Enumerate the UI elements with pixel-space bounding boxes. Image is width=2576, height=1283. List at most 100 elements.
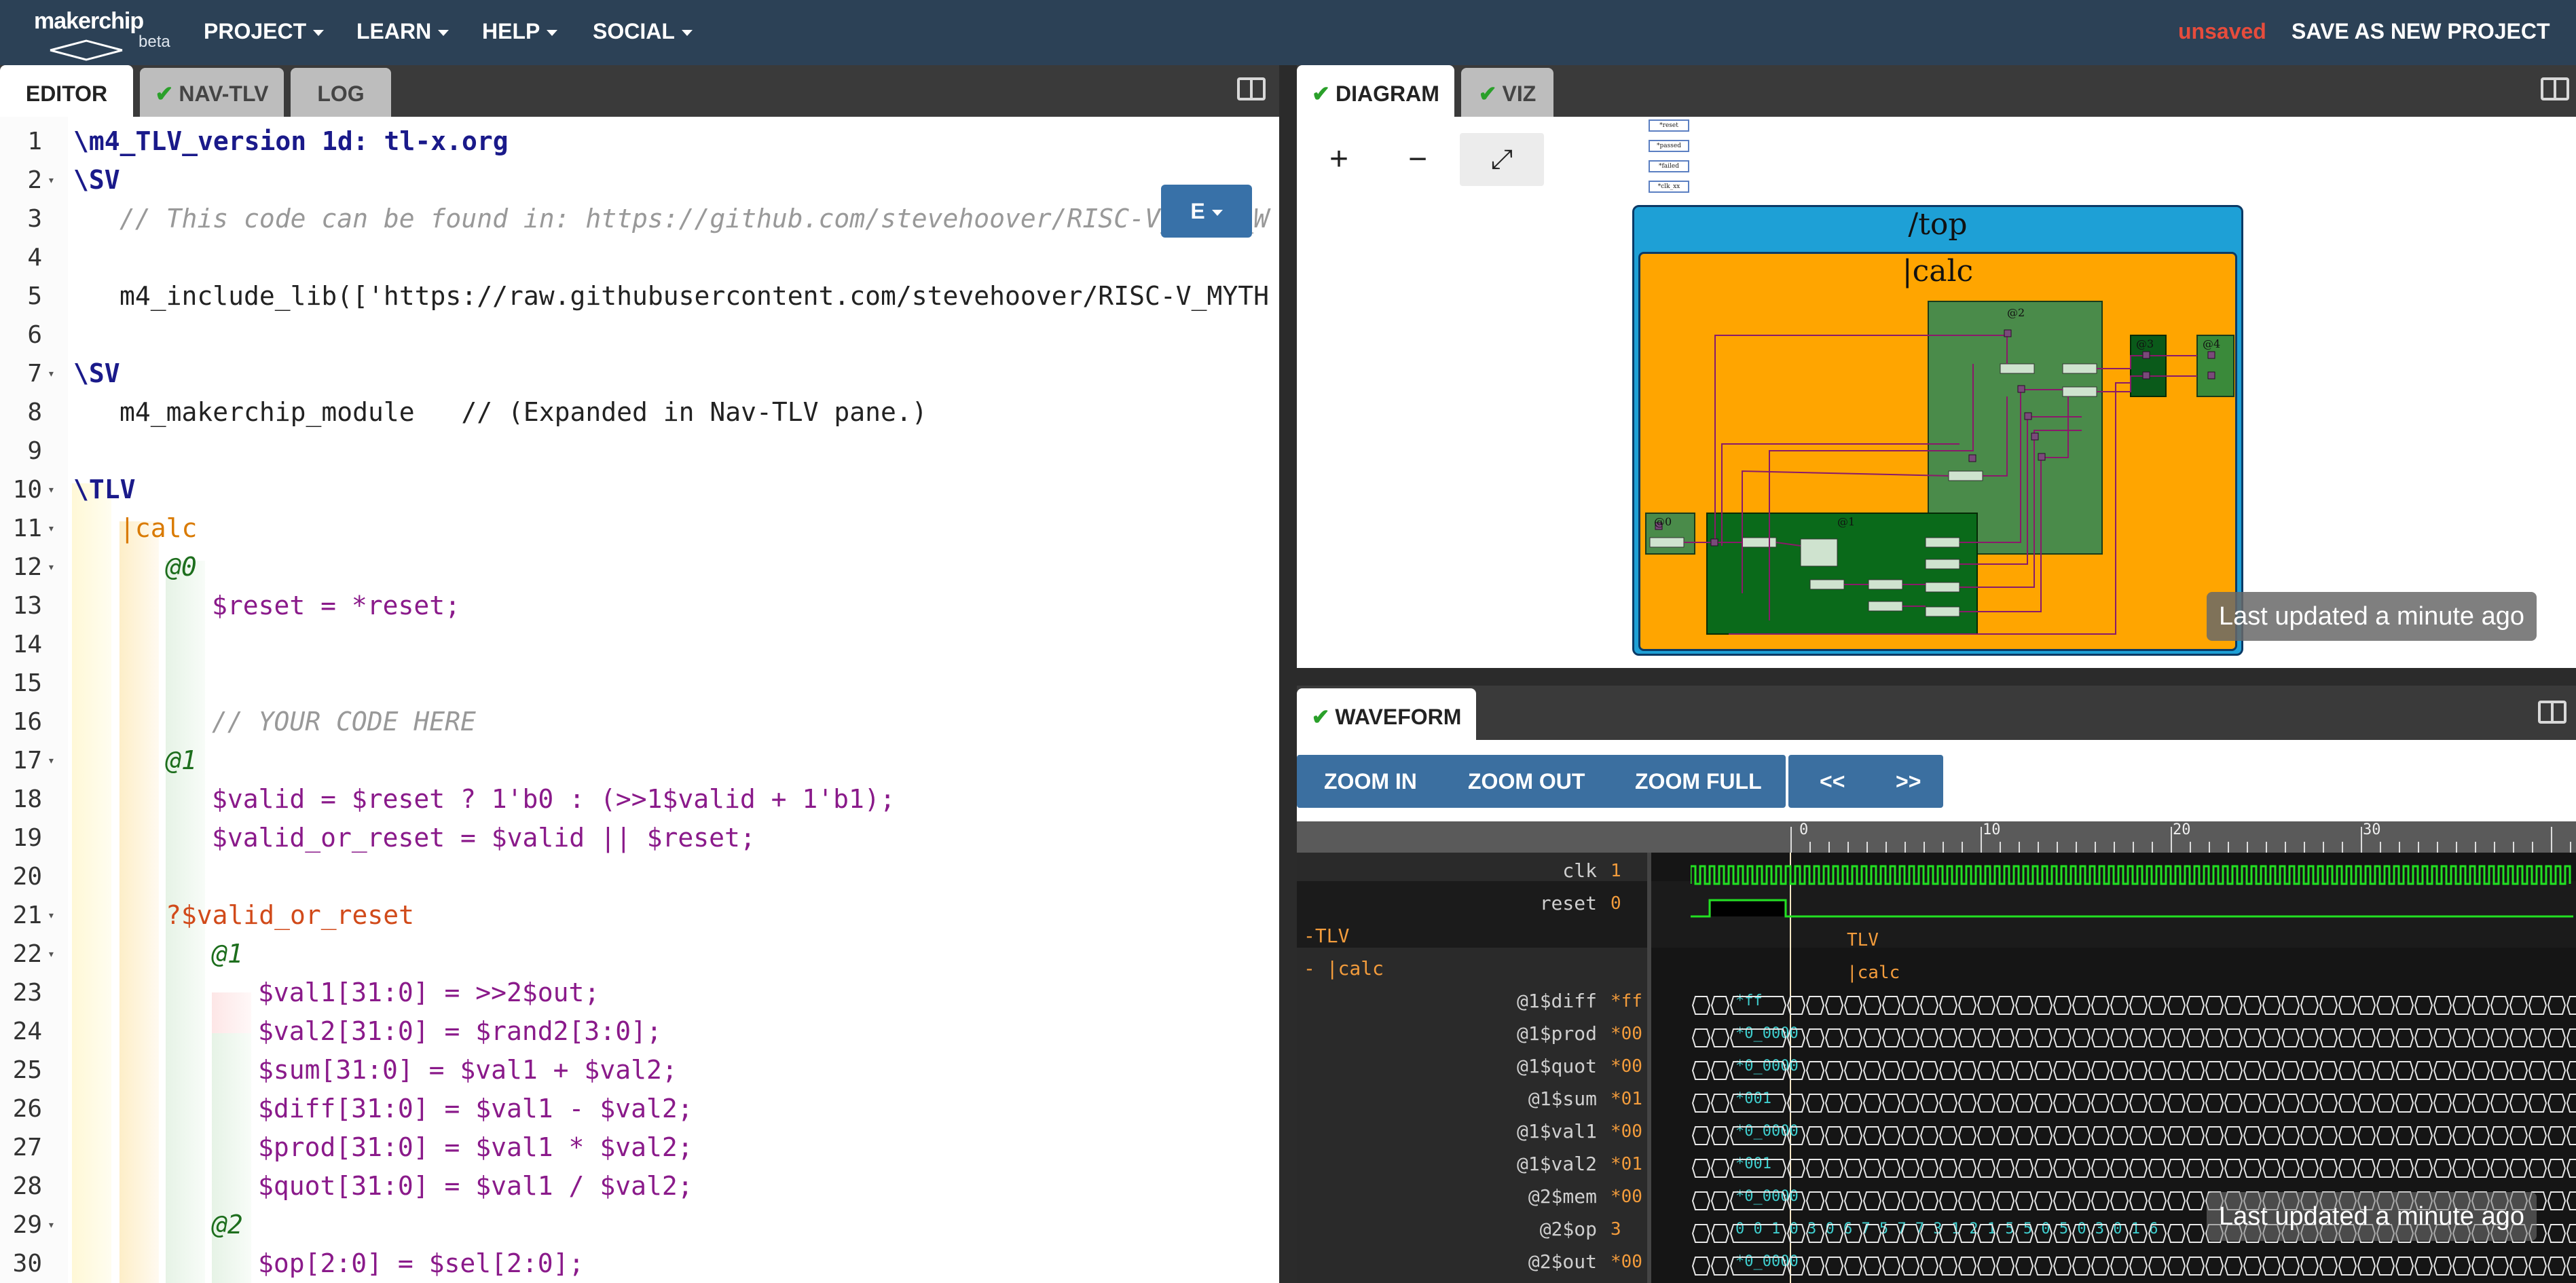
code-line[interactable]: 10 ▾ \TLV xyxy=(0,470,1279,509)
code-line[interactable]: 13 $reset = *reset; xyxy=(0,587,1279,625)
fold-toggle-icon[interactable]: ▾ xyxy=(48,741,55,780)
code-text: $val1[31:0] = >>2$out; xyxy=(258,978,600,1007)
menu-social[interactable]: SOCIAL xyxy=(593,19,693,44)
diagram-zoom-in-button[interactable]: + xyxy=(1297,133,1381,186)
signal-name[interactable]: clk xyxy=(1297,859,1597,882)
signal-name[interactable]: @1$sum xyxy=(1297,1087,1597,1110)
fold-toggle-icon[interactable]: ▾ xyxy=(48,470,55,509)
fold-toggle-icon[interactable]: ▾ xyxy=(48,1206,55,1244)
signal-name[interactable]: @2$mem xyxy=(1297,1185,1597,1208)
diagram-port-tag: *passed xyxy=(1649,140,1689,152)
signal-name[interactable]: @1$diff xyxy=(1297,990,1597,1012)
tab-log-label: LOG xyxy=(317,81,365,106)
code-line[interactable]: 22 ▾ @1 xyxy=(0,935,1279,973)
tab-nav-tlv[interactable]: ✔ NAV-TLV xyxy=(140,68,284,117)
code-line[interactable]: 16 // YOUR CODE HERE xyxy=(0,703,1279,741)
code-line[interactable]: 14 xyxy=(0,625,1279,664)
signal-name[interactable]: - |calc xyxy=(1304,957,1602,980)
signal-name[interactable]: @1$val2 xyxy=(1297,1153,1597,1175)
fold-toggle-icon[interactable]: ▾ xyxy=(48,509,55,548)
zoom-full-button[interactable]: ZOOM FULL xyxy=(1635,755,1762,808)
calc-pipeline-box[interactable]: |calc @2 @3 @4 @0 @1 xyxy=(1638,252,2237,651)
fold-toggle-icon[interactable]: ▾ xyxy=(48,354,55,393)
line-number: 6 xyxy=(27,321,42,349)
code-text: @1 xyxy=(166,745,197,775)
code-line[interactable]: 29 ▾ @2 xyxy=(0,1206,1279,1244)
code-line[interactable]: 28 $quot[31:0] = $val1 / $val2; xyxy=(0,1167,1279,1206)
zoom-out-button[interactable]: ZOOM OUT xyxy=(1468,755,1585,808)
menu-learn-label: LEARN xyxy=(356,19,432,43)
line-number: 10 xyxy=(12,476,42,504)
code-line[interactable]: 18 $valid = $reset ? 1'b0 : (>>1$valid + … xyxy=(0,780,1279,819)
code-line[interactable]: 12 ▾ @0 xyxy=(0,548,1279,587)
menu-help[interactable]: HELP xyxy=(482,19,558,44)
diagram-fit-button[interactable]: ⤢ xyxy=(1460,133,1544,186)
fold-toggle-icon[interactable]: ▾ xyxy=(48,548,55,587)
menu-project[interactable]: PROJECT xyxy=(204,19,325,44)
fold-toggle-icon[interactable]: ▾ xyxy=(48,161,55,200)
split-pane-icon[interactable] xyxy=(2541,77,2569,100)
tab-diagram[interactable]: ✔ DIAGRAM xyxy=(1297,65,1454,117)
code-text: @1 xyxy=(212,939,243,969)
code-line[interactable]: 7 ▾ \SV xyxy=(0,354,1279,393)
waveform-tabbar: ✔ WAVEFORM xyxy=(1297,686,2576,740)
signal-name[interactable]: @1$val1 xyxy=(1297,1120,1597,1142)
code-line[interactable]: 24 $val2[31:0] = $rand2[3:0]; xyxy=(0,1012,1279,1051)
code-line[interactable]: 4 xyxy=(0,238,1279,277)
code-line[interactable]: 15 xyxy=(0,664,1279,703)
code-line[interactable]: 27 $prod[31:0] = $val1 * $val2; xyxy=(0,1128,1279,1167)
save-as-new-project-button[interactable]: SAVE AS NEW PROJECT xyxy=(2292,19,2550,44)
code-line[interactable]: 17 ▾ @1 xyxy=(0,741,1279,780)
makerchip-logo[interactable]: makerchip beta xyxy=(33,5,175,61)
editor-mode-dropdown[interactable]: E xyxy=(1161,185,1252,238)
chevron-down-icon xyxy=(681,30,693,37)
scroll-left-button[interactable]: << xyxy=(1820,755,1845,808)
code-line[interactable]: 3 // This code can be found in: https://g… xyxy=(0,200,1279,238)
code-editor[interactable]: 1 \m4_TLV_version 1d: tl-x.org 2 ▾ \SV 3// Th… xyxy=(0,117,1279,1283)
code-text: @2 xyxy=(212,1210,243,1240)
diagram-zoom-out-button[interactable]: − xyxy=(1376,133,1460,186)
code-line[interactable]: 2 ▾ \SV xyxy=(0,161,1279,200)
vertical-splitter[interactable] xyxy=(1279,65,1297,1283)
code-line[interactable]: 1 \m4_TLV_version 1d: tl-x.org xyxy=(0,122,1279,161)
code-line[interactable]: 26 $diff[31:0] = $val1 - $val2; xyxy=(0,1090,1279,1128)
waveform-panel: ✔ WAVEFORM ZOOM IN ZOOM OUT ZOOM FULL << … xyxy=(1297,686,2576,1283)
tab-viz[interactable]: ✔ VIZ xyxy=(1461,68,1553,117)
code-line[interactable]: 20 xyxy=(0,857,1279,896)
code-line[interactable]: 19 $valid_or_reset = $valid || $reset; xyxy=(0,819,1279,857)
code-line[interactable]: 6 xyxy=(0,316,1279,354)
signal-current-value: 3 xyxy=(1611,1219,1621,1240)
signal-name[interactable]: @1$prod xyxy=(1297,1022,1597,1045)
chevron-down-icon xyxy=(1211,210,1223,217)
signal-name[interactable]: reset xyxy=(1297,892,1597,914)
signal-name[interactable]: @1$quot xyxy=(1297,1055,1597,1077)
fold-toggle-icon[interactable]: ▾ xyxy=(48,896,55,935)
code-line[interactable]: 21 ▾ ?$valid_or_reset xyxy=(0,896,1279,935)
code-text: $reset = *reset; xyxy=(212,591,461,620)
tab-log[interactable]: LOG xyxy=(291,68,391,117)
signal-name[interactable]: -TLV xyxy=(1304,925,1602,947)
scroll-right-button[interactable]: >> xyxy=(1896,755,1921,808)
code-text: |calc xyxy=(119,513,198,543)
tab-waveform[interactable]: ✔ WAVEFORM xyxy=(1297,688,1476,740)
horizontal-splitter[interactable] xyxy=(1297,668,2576,686)
code-line[interactable]: 25 $sum[31:0] = $val1 + $val2; xyxy=(0,1051,1279,1090)
signal-name[interactable]: @2$out xyxy=(1297,1250,1597,1273)
code-line[interactable]: 30 $op[2:0] = $sel[2:0]; xyxy=(0,1244,1279,1283)
signal-name[interactable]: @2$op xyxy=(1297,1218,1597,1240)
stage-label-1: @1 xyxy=(1837,515,1855,528)
zoom-in-button[interactable]: ZOOM IN xyxy=(1324,755,1417,808)
code-line[interactable]: 8 m4_makerchip_module // (Expanded in Nav… xyxy=(0,393,1279,432)
tab-waveform-label: WAVEFORM xyxy=(1335,705,1462,729)
code-line[interactable]: 5 m4_include_lib(['https://raw.githubuser… xyxy=(0,277,1279,316)
line-number: 8 xyxy=(27,398,42,426)
tab-editor[interactable]: EDITOR xyxy=(0,65,133,117)
code-line[interactable]: 9 xyxy=(0,432,1279,470)
top-module-box[interactable]: /top |calc @2 @3 @4 @0 @1 xyxy=(1632,205,2243,656)
split-pane-icon[interactable] xyxy=(1237,77,1266,100)
split-pane-icon[interactable] xyxy=(2538,701,2566,724)
fold-toggle-icon[interactable]: ▾ xyxy=(48,935,55,973)
code-line[interactable]: 11 ▾ |calc xyxy=(0,509,1279,548)
menu-learn[interactable]: LEARN xyxy=(356,19,449,44)
code-line[interactable]: 23 $val1[31:0] = >>2$out; xyxy=(0,973,1279,1012)
